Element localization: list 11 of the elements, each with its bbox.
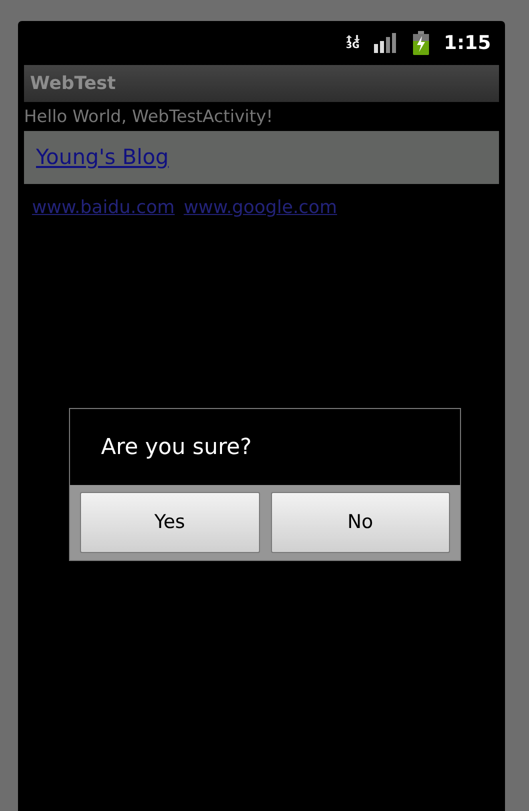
- clock-time: 1:15: [444, 30, 491, 56]
- signal-icon: [374, 33, 398, 53]
- web-link[interactable]: www.baidu.com: [32, 194, 175, 221]
- blog-link[interactable]: Young's Blog: [36, 142, 169, 174]
- battery-charging-icon: [412, 31, 430, 55]
- app-title: WebTest: [30, 72, 116, 96]
- dialog-button[interactable]: No: [270, 492, 450, 553]
- web-link[interactable]: www.google.com: [184, 194, 338, 221]
- dialog-button[interactable]: Yes: [80, 492, 260, 553]
- dialog-message: Are you sure?: [101, 434, 252, 462]
- greeting-text: Hello World, WebTestActivity!: [24, 106, 274, 129]
